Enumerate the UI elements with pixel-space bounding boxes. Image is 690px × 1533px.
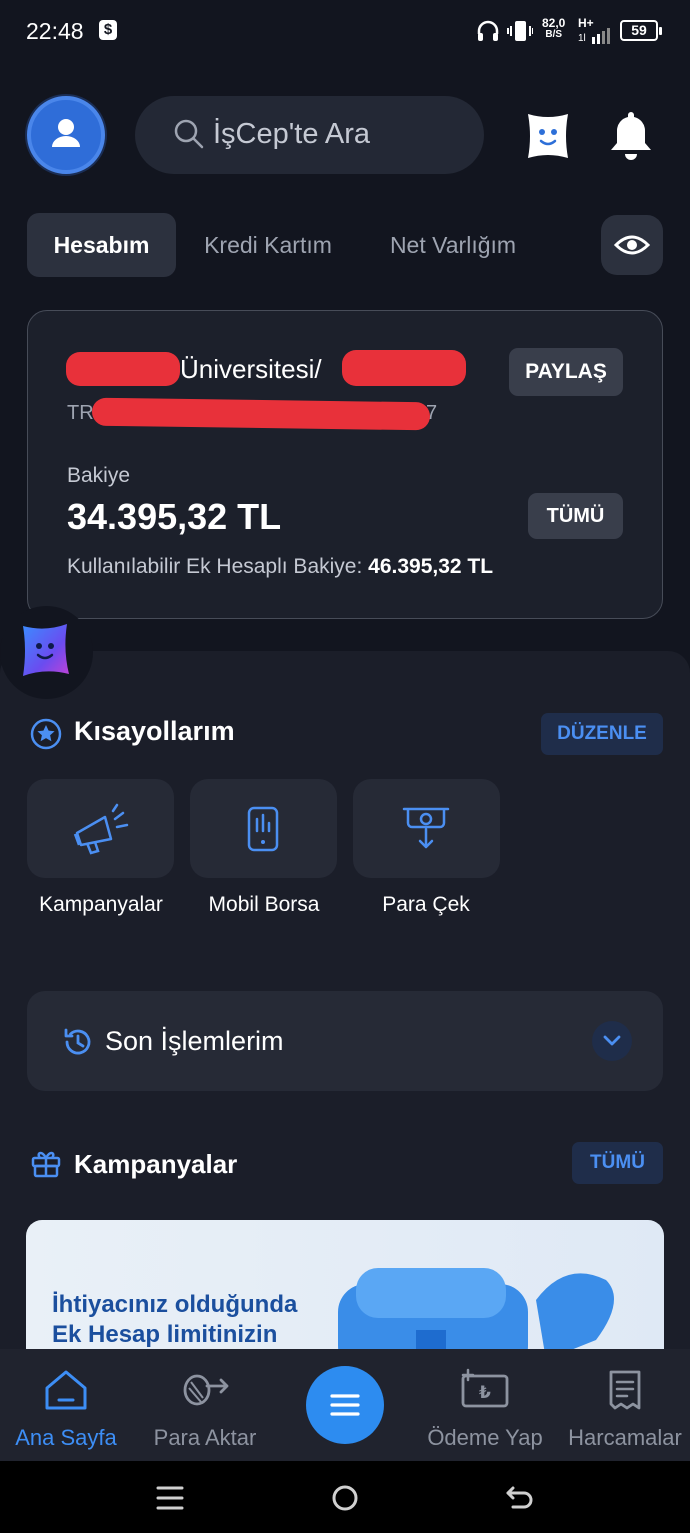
back-icon[interactable] [505, 1483, 535, 1513]
megaphone-icon [73, 803, 129, 855]
toggle-balance-visibility-button[interactable] [601, 215, 663, 275]
system-navigation-bar [0, 1461, 690, 1533]
star-circle-icon [30, 718, 62, 750]
tab-hesabim[interactable]: Hesabım [27, 213, 176, 277]
dollar-notification-icon: $ [99, 20, 117, 40]
expand-recent-button[interactable] [592, 1021, 632, 1061]
shortcut-label: Kampanyalar [39, 893, 163, 916]
svg-text:1l: 1l [578, 33, 586, 44]
share-button[interactable]: PAYLAŞ [509, 348, 623, 396]
nav-ana-sayfa[interactable] [0, 1368, 135, 1417]
redaction-mark [91, 397, 431, 431]
nav-label-harcamalar: Harcamalar [568, 1425, 682, 1450]
signal-icon: 1l [578, 28, 610, 44]
home-circle-icon[interactable] [330, 1483, 360, 1513]
shortcut-label: Mobil Borsa [208, 893, 320, 916]
mascot-assistant-button[interactable] [522, 110, 574, 162]
campaigns-title: Kampanyalar [74, 1149, 238, 1179]
shortcut-para-cek[interactable] [353, 779, 500, 878]
campaign-banner[interactable]: İhtiyacınız olduğunda Ek Hesap limitiniz… [26, 1220, 664, 1360]
battery-indicator: 59 [620, 20, 662, 41]
nav-odeme-yap[interactable]: ₺ [416, 1368, 554, 1417]
banner-text: İhtiyacınız olduğunda Ek Hesap limitiniz… [52, 1290, 297, 1350]
nav-para-aktar[interactable] [136, 1368, 274, 1417]
available-balance-label: Kullanılabilir Ek Hesaplı Bakiye: [67, 555, 363, 578]
headphones-icon [477, 20, 499, 41]
balance-value: 34.395,32 TL [67, 496, 282, 537]
status-time: 22:48 [26, 18, 84, 44]
balance-label: Bakiye [67, 464, 131, 487]
banner-line: İhtiyacınız olduğunda [52, 1291, 298, 1318]
shortcut-mobil-borsa[interactable] [190, 779, 337, 878]
available-balance-value: 46.395,32 TL [368, 555, 494, 578]
all-campaigns-button[interactable]: TÜMÜ [572, 1142, 663, 1184]
history-clock-icon [64, 1028, 91, 1055]
account-name: Üniversitesi/ [180, 354, 322, 384]
redaction-mark [342, 350, 466, 386]
tab-net-varligim[interactable]: Net Varlığım [368, 213, 538, 277]
receipt-icon [609, 1370, 641, 1410]
recent-apps-icon[interactable] [156, 1485, 184, 1511]
nav-label-odeme-yap: Ödeme Yap [427, 1425, 543, 1450]
available-balance: Kullanılabilir Ek Hesaplı Bakiye: 46.395… [67, 555, 493, 579]
chevron-down-icon [603, 1035, 621, 1046]
account-iban-prefix: TR [67, 402, 94, 424]
recent-transactions-title: Son İşlemlerim [105, 1026, 284, 1056]
gift-icon [31, 1151, 61, 1178]
nav-label-para-aktar: Para Aktar [153, 1425, 257, 1450]
notification-bell-button[interactable] [607, 108, 655, 164]
home-icon [45, 1370, 87, 1410]
nav-harcamalar[interactable] [556, 1368, 690, 1417]
shortcuts-title: Kısayollarım [74, 716, 235, 746]
search-placeholder: İşCep'te Ara [213, 118, 371, 150]
nav-label-ana-sayfa: Ana Sayfa [15, 1425, 117, 1450]
user-icon [52, 119, 80, 147]
money-transfer-icon [183, 1374, 229, 1406]
svg-text:₺: ₺ [479, 1383, 491, 1403]
network-speed: 82,0 B/S [542, 16, 566, 40]
eye-icon [614, 235, 650, 255]
payment-icon: ₺ [461, 1368, 509, 1408]
banner-illustration-icon [338, 1268, 614, 1360]
profile-avatar-button[interactable] [27, 96, 105, 174]
main-menu-button[interactable] [306, 1366, 384, 1444]
atm-withdraw-icon [402, 807, 450, 849]
vibrate-icon [507, 21, 533, 41]
shortcut-kampanyalar[interactable] [27, 779, 174, 878]
status-bar: 22:48 $ 82,0 B/S H+ 1l 59 [0, 0, 690, 62]
mascot-assistant-float-button[interactable] [17, 620, 73, 680]
tab-kredi-kartim[interactable]: Kredi Kartım [186, 213, 350, 277]
stock-phone-icon [247, 806, 279, 852]
redaction-mark [66, 352, 180, 386]
banner-line: Ek Hesap limitinizin [52, 1321, 278, 1348]
search-icon [174, 119, 204, 149]
menu-icon [330, 1394, 360, 1416]
all-accounts-button[interactable]: TÜMÜ [528, 493, 623, 539]
edit-shortcuts-button[interactable]: DÜZENLE [541, 713, 663, 755]
shortcut-label: Para Çek [382, 893, 470, 916]
